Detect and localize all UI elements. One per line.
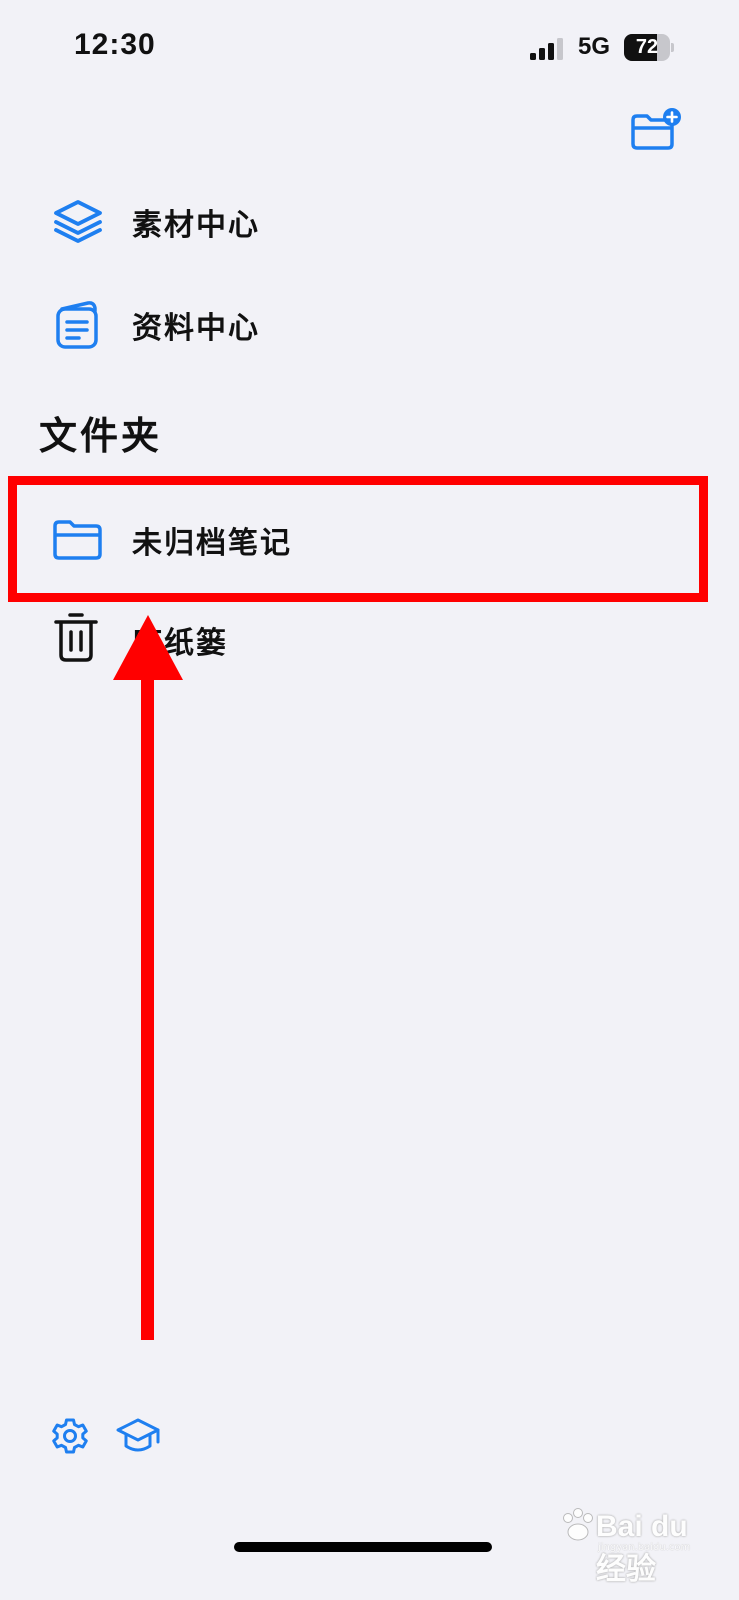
menu-item-label: 未归档笔记 [132, 526, 292, 561]
settings-button[interactable] [46, 1412, 94, 1460]
menu-item-trash[interactable]: 废纸篓 [0, 598, 739, 678]
folder-icon [53, 520, 102, 560]
folders-section-title: 文件夹 [39, 414, 163, 458]
battery-level: 72 [635, 36, 659, 58]
status-bar: 12:30 5G 72 [0, 0, 739, 95]
menu-item-label: 素材中心 [132, 208, 260, 243]
home-indicator[interactable] [234, 1542, 492, 1552]
battery-icon: 72 [624, 34, 674, 61]
menu-item-label: 资料中心 [132, 311, 260, 346]
menu-item-document-center[interactable]: 资料中心 [0, 283, 739, 363]
paw-icon [563, 1508, 593, 1541]
document-icon [56, 301, 98, 349]
baidu-watermark: Bai du 经验 jingyan.baidu.com [558, 1496, 698, 1586]
gear-icon [52, 1418, 88, 1454]
signal-strength-icon [530, 38, 563, 60]
watermark-sub: jingyan.baidu.com [598, 1542, 691, 1553]
graduation-cap-icon [116, 1418, 160, 1452]
trash-icon [54, 613, 98, 662]
menu-item-material-center[interactable]: 素材中心 [0, 180, 739, 260]
menu-item-unarchived-notes[interactable]: 未归档笔记 [0, 498, 739, 578]
folder-plus-icon [631, 108, 681, 150]
network-type: 5G [578, 33, 611, 60]
menu-item-label: 废纸篓 [132, 626, 228, 661]
annotation-arrow-icon [113, 615, 183, 1340]
new-folder-button[interactable] [628, 106, 682, 154]
tutorial-button[interactable] [114, 1412, 162, 1460]
bottom-toolbar [46, 1412, 176, 1462]
status-time: 12:30 [74, 28, 156, 61]
stack-layers-icon [54, 200, 102, 243]
